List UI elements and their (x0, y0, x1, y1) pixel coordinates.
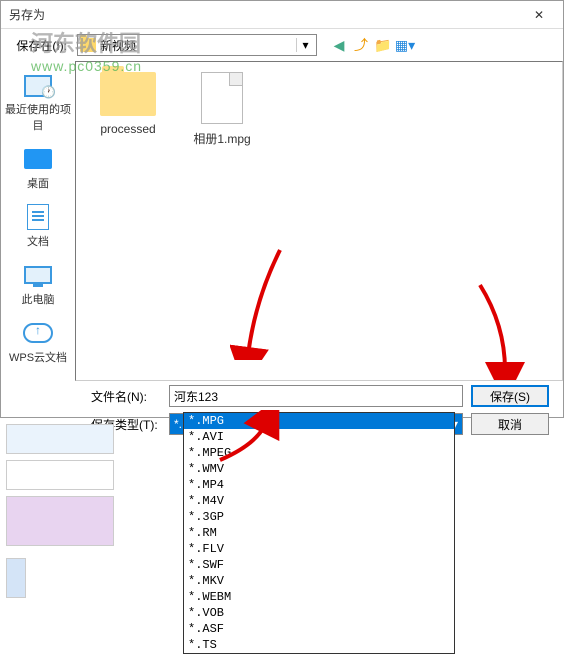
sidebar-item-recent[interactable]: 最近使用的项目 (1, 67, 75, 137)
sidebar-item-label: WPS云文档 (9, 349, 67, 365)
file-list-area[interactable]: processed 相册1.mpg (75, 61, 563, 381)
filetype-dropdown-list[interactable]: *.MPG *.AVI *.MPEG *.WMV *.MP4 *.M4V *.3… (183, 412, 455, 654)
dropdown-item[interactable]: *.AVI (184, 429, 454, 445)
sidebar-item-label: 最近使用的项目 (3, 101, 73, 133)
sidebar-item-documents[interactable]: 文档 (1, 199, 75, 253)
dropdown-item[interactable]: *.FLV (184, 541, 454, 557)
up-icon[interactable]: ⤴ (351, 35, 371, 55)
save-in-label: 保存在(I): (9, 37, 73, 54)
dropdown-item[interactable]: *.TS (184, 637, 454, 653)
sidebar-item-computer[interactable]: 此电脑 (1, 257, 75, 311)
dropdown-item[interactable]: *.RM (184, 525, 454, 541)
computer-icon (24, 266, 52, 284)
save-button[interactable]: 保存(S) (471, 385, 549, 407)
dropdown-item[interactable]: *.MPEG (184, 445, 454, 461)
sidebar-item-desktop[interactable]: 桌面 (1, 141, 75, 195)
file-label: processed (100, 122, 155, 136)
recent-icon (24, 73, 52, 97)
toolbar: 保存在(I): 新视频 ▾ ◀ ⤴ 📁 ▦▾ (1, 29, 563, 61)
dropdown-item[interactable]: *.3GP (184, 509, 454, 525)
filename-input[interactable] (169, 385, 463, 407)
fragment (6, 424, 114, 454)
location-text: 新视频 (100, 37, 296, 54)
documents-icon (27, 204, 49, 230)
back-icon[interactable]: ◀ (329, 35, 349, 55)
dropdown-item[interactable]: *.MPG (184, 413, 454, 429)
places-sidebar: 最近使用的项目 桌面 文档 此电脑 WPS云文档 (1, 61, 75, 381)
view-icon[interactable]: ▦▾ (395, 35, 415, 55)
dropdown-item[interactable]: *.MP4 (184, 477, 454, 493)
file-item-folder[interactable]: processed (86, 72, 170, 136)
sidebar-item-label: 文档 (27, 233, 49, 249)
file-item-file[interactable]: 相册1.mpg (180, 72, 264, 147)
nav-icons: ◀ ⤴ 📁 ▦▾ (329, 35, 415, 55)
sidebar-item-label: 桌面 (27, 175, 49, 191)
dialog-body: 最近使用的项目 桌面 文档 此电脑 WPS云文档 proce (1, 61, 563, 381)
dropdown-item[interactable]: *.ASF (184, 621, 454, 637)
dropdown-item[interactable]: *.SWF (184, 557, 454, 573)
sidebar-item-label: 此电脑 (22, 291, 55, 307)
dropdown-item[interactable]: *.VOB (184, 605, 454, 621)
fragment (6, 460, 114, 490)
fragment (6, 558, 26, 598)
location-dropdown[interactable]: 新视频 ▾ (77, 34, 317, 56)
folder-icon (80, 38, 96, 52)
save-as-dialog: 另存为 ✕ 河东软件园 www.pc0359.cn 保存在(I): 新视频 ▾ … (0, 0, 564, 418)
close-icon: ✕ (534, 8, 544, 22)
dropdown-item[interactable]: *.MKV (184, 573, 454, 589)
sidebar-item-wps-cloud[interactable]: WPS云文档 (1, 315, 75, 369)
chevron-down-icon: ▾ (296, 38, 314, 52)
dropdown-item[interactable]: *.WMV (184, 461, 454, 477)
titlebar: 另存为 ✕ (1, 1, 563, 29)
background-fragments (0, 418, 120, 607)
dropdown-item[interactable]: *.M4V (184, 493, 454, 509)
fragment (6, 496, 114, 546)
filename-label: 文件名(N): (91, 388, 161, 405)
file-icon (201, 72, 243, 124)
dropdown-item[interactable]: *.WEBM (184, 589, 454, 605)
desktop-icon (24, 149, 52, 169)
dialog-title: 另存为 (9, 6, 45, 23)
cancel-button[interactable]: 取消 (471, 413, 549, 435)
cloud-icon (23, 323, 53, 343)
file-label: 相册1.mpg (193, 130, 250, 147)
folder-icon (100, 72, 156, 116)
new-folder-icon[interactable]: 📁 (373, 35, 393, 55)
close-button[interactable]: ✕ (519, 2, 559, 28)
